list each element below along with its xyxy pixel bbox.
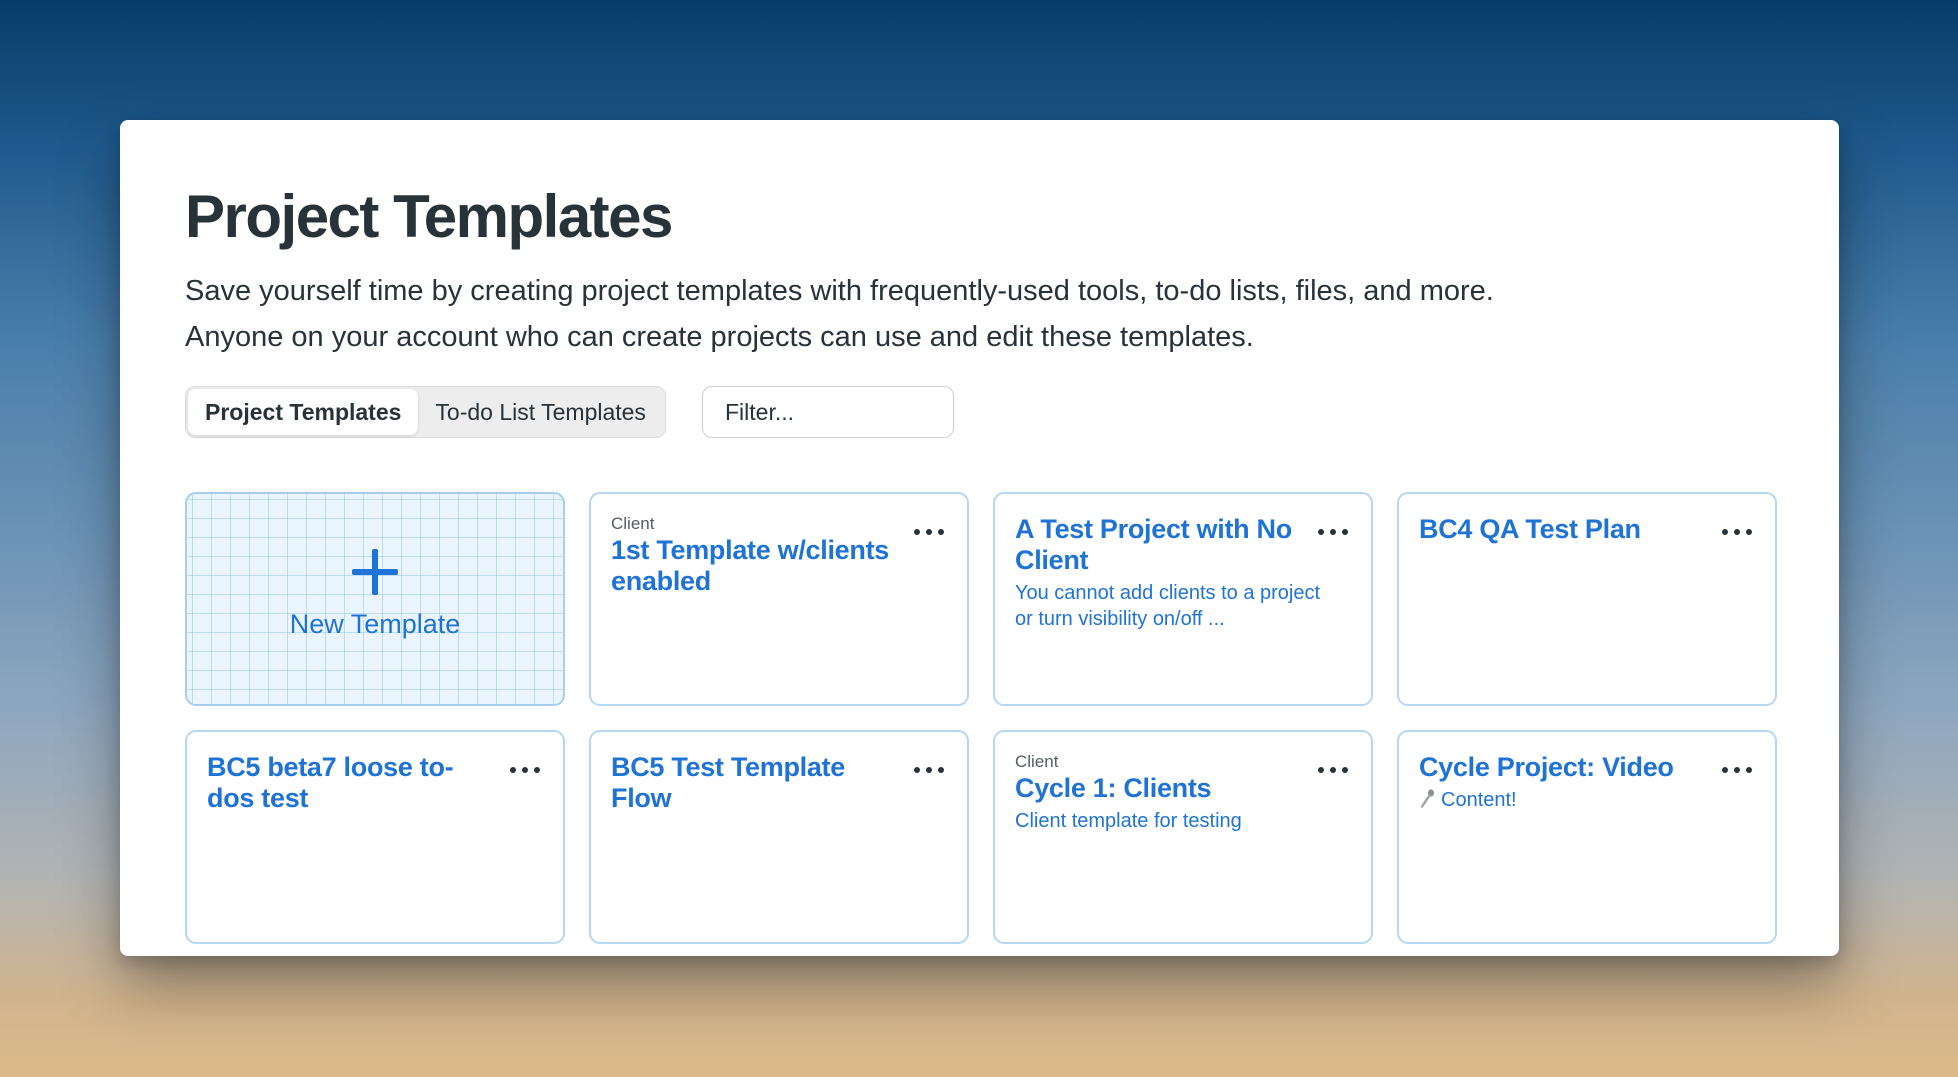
template-card[interactable]: Client 1st Template w/clients enabled — [589, 492, 969, 706]
dot-icon — [1318, 767, 1324, 773]
dot-icon — [1734, 529, 1740, 535]
template-card[interactable]: BC5 beta7 loose to-dos test — [185, 730, 565, 944]
card-description: Content! — [1419, 787, 1755, 813]
tab-project-templates[interactable]: Project Templates — [188, 389, 419, 435]
template-card[interactable]: BC5 Test Template Flow — [589, 730, 969, 944]
more-options-button[interactable] — [505, 758, 545, 782]
card-title[interactable]: Cycle 1: Clients — [1015, 773, 1351, 804]
more-options-button[interactable] — [909, 758, 949, 782]
dot-icon — [1330, 767, 1336, 773]
more-options-button[interactable] — [1313, 758, 1353, 782]
page-title: Project Templates — [185, 183, 673, 250]
page-description: Save yourself time by creating project t… — [185, 275, 1494, 353]
card-title[interactable]: Cycle Project: Video — [1419, 752, 1755, 783]
card-title[interactable]: 1st Template w/clients enabled — [611, 535, 947, 597]
card-description-text: Content! — [1441, 789, 1517, 811]
dot-icon — [1734, 767, 1740, 773]
dot-icon — [534, 767, 540, 773]
dot-icon — [938, 529, 944, 535]
dot-icon — [926, 529, 932, 535]
more-options-button[interactable] — [1717, 758, 1757, 782]
plus-icon — [352, 548, 398, 595]
card-title[interactable]: BC4 QA Test Plan — [1419, 514, 1755, 545]
more-options-button[interactable] — [1313, 520, 1353, 544]
card-title[interactable]: A Test Project with No Client — [1015, 514, 1351, 576]
spoon-icon — [1420, 789, 1434, 808]
dot-icon — [914, 767, 920, 773]
template-card[interactable]: Client Cycle 1: Clients Client template … — [993, 730, 1373, 944]
dot-icon — [1330, 529, 1336, 535]
new-template-button[interactable]: New Template — [185, 492, 565, 706]
dot-icon — [1746, 529, 1752, 535]
dot-icon — [510, 767, 516, 773]
card-client-label: Client — [1015, 752, 1059, 771]
dot-icon — [1342, 767, 1348, 773]
tab-todo-list-templates[interactable]: To-do List Templates — [418, 389, 663, 435]
more-options-button[interactable] — [909, 520, 949, 544]
card-description: You cannot add clients to a project or t… — [1015, 582, 1321, 630]
templates-panel: Project Templates Save yourself time by … — [120, 120, 1839, 956]
dot-icon — [1318, 529, 1324, 535]
template-type-tabs: Project Templates To-do List Templates — [185, 386, 666, 438]
dot-icon — [938, 767, 944, 773]
card-title[interactable]: BC5 Test Template Flow — [611, 752, 947, 814]
more-options-button[interactable] — [1717, 520, 1757, 544]
card-client-label: Client — [611, 514, 655, 533]
filter-input[interactable] — [702, 386, 954, 438]
dot-icon — [1746, 767, 1752, 773]
dot-icon — [1722, 529, 1728, 535]
dot-icon — [1722, 767, 1728, 773]
card-title[interactable]: BC5 beta7 loose to-dos test — [207, 752, 543, 814]
dot-icon — [1342, 529, 1348, 535]
dot-icon — [926, 767, 932, 773]
dot-icon — [522, 767, 528, 773]
card-description: Client template for testing — [1015, 810, 1242, 832]
dot-icon — [914, 529, 920, 535]
new-template-label: New Template — [289, 608, 461, 639]
template-card[interactable]: A Test Project with No Client You cannot… — [993, 492, 1373, 706]
template-card[interactable]: BC4 QA Test Plan — [1397, 492, 1777, 706]
template-card[interactable]: Cycle Project: Video Content! — [1397, 730, 1777, 944]
templates-grid: New Template Client 1st Template w/clien… — [185, 492, 1777, 944]
